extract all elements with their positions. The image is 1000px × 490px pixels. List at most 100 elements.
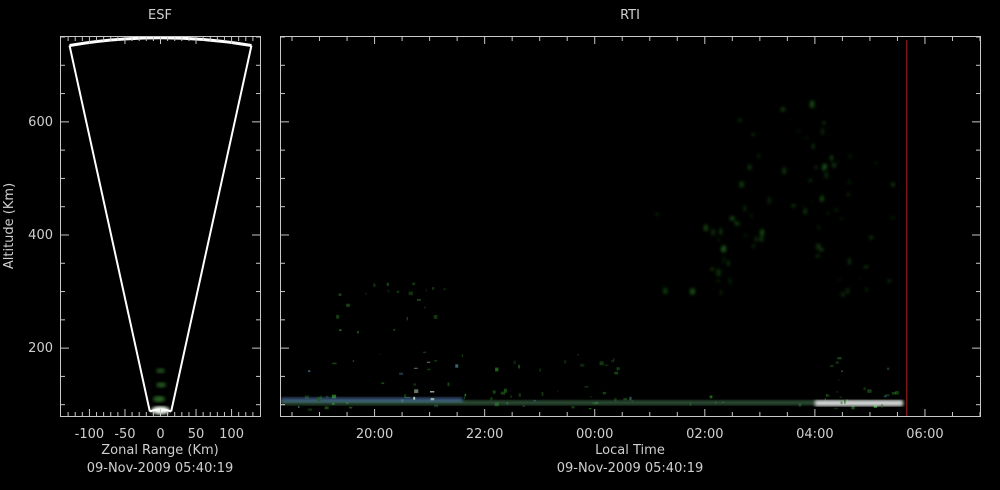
rti-echo-pixel bbox=[743, 205, 746, 212]
rti-echo-pixel bbox=[352, 360, 355, 362]
rti-echo-pixel bbox=[434, 360, 438, 362]
rti-echo-pixel bbox=[495, 367, 499, 372]
rti-echo-pixel bbox=[513, 360, 516, 365]
rti-lower-band-bright bbox=[814, 400, 903, 407]
rti-echo-pixel bbox=[810, 100, 815, 108]
rti-echo-pixel bbox=[576, 354, 579, 356]
esf-beam-right-edge bbox=[170, 45, 253, 412]
rti-echo-pixel bbox=[747, 164, 752, 170]
rti-echo-pixel bbox=[805, 137, 808, 140]
rti-echo-pixel bbox=[414, 367, 418, 369]
rti-lower-band-blue bbox=[281, 397, 463, 403]
rti-echo-pixel bbox=[891, 392, 897, 395]
rti-echo-pixel bbox=[827, 394, 830, 397]
esf-plot-area bbox=[68, 37, 253, 415]
rti-echo-pixel bbox=[730, 216, 735, 221]
esf-x-tick-label: -100 bbox=[75, 427, 105, 442]
esf-x-axis-label: Zonal Range (Km) bbox=[101, 443, 218, 458]
rti-echo-pixel bbox=[399, 372, 404, 375]
rti-echo-pixel bbox=[710, 267, 714, 272]
rti-echo-pixel bbox=[797, 130, 801, 132]
rti-echo-pixel bbox=[616, 367, 620, 371]
rti-echo-pixel bbox=[729, 278, 731, 285]
rti-echo-pixel bbox=[590, 395, 593, 398]
rti-frame bbox=[280, 36, 981, 417]
rti-echo-pixel bbox=[815, 165, 817, 170]
rti-echo-pixel bbox=[427, 368, 431, 371]
rti-echo-pixel bbox=[584, 386, 589, 388]
rti-echo-pixel bbox=[840, 292, 845, 297]
rti-echo-pixel bbox=[406, 317, 408, 321]
esf-y-tick-label: 600 bbox=[28, 115, 53, 130]
rti-echo-pixel bbox=[851, 406, 855, 410]
rti-echo-pixel bbox=[492, 390, 496, 394]
rti-echo-pixel bbox=[822, 120, 825, 125]
rti-echo-pixel bbox=[840, 401, 843, 405]
esf-x-tick-label: 100 bbox=[219, 427, 244, 442]
rti-echo-pixel bbox=[430, 398, 435, 401]
rti-echo-pixel bbox=[424, 306, 426, 309]
rti-title: RTI bbox=[620, 8, 640, 23]
rti-echo-pixel bbox=[602, 391, 606, 395]
rti-echo-pixel bbox=[867, 389, 872, 393]
rti-echo-pixel bbox=[829, 133, 831, 136]
rti-echo-pixel bbox=[848, 180, 850, 185]
rti-echo-pixel bbox=[782, 167, 786, 174]
rti-echo-pixel bbox=[837, 379, 840, 381]
rti-echo-pixel bbox=[780, 107, 786, 112]
rti-echo-pixel bbox=[317, 397, 321, 402]
esf-title: ESF bbox=[148, 8, 172, 23]
esf-beam-left-edge bbox=[68, 45, 151, 412]
rti-echo-pixel bbox=[510, 395, 512, 398]
rti-echo-pixel bbox=[755, 236, 757, 242]
rti-echo-pixel bbox=[324, 406, 329, 410]
rti-echo-pixel bbox=[743, 234, 748, 237]
rti-echo-pixel bbox=[432, 287, 435, 290]
rti-echo-pixel bbox=[830, 155, 833, 161]
esf-y-axis-label: Altitude (Km) bbox=[2, 183, 17, 269]
rti-echo-pixel bbox=[826, 394, 828, 397]
rti-echo-pixel bbox=[820, 247, 823, 252]
rti-x-tick-label: 22:00 bbox=[466, 427, 503, 442]
rti-echo-pixel bbox=[614, 371, 618, 375]
rti-echo-pixel bbox=[381, 382, 385, 385]
rti-echo-pixel bbox=[848, 258, 851, 265]
rti-echo-pixel bbox=[802, 204, 804, 206]
rti-echo-pixel bbox=[887, 279, 891, 283]
rti-panel: RTI 20:00 22:00 00:00 02:00 04:00 06:00 Local… bbox=[280, 8, 981, 476]
rti-echo-pixel bbox=[386, 282, 389, 286]
rti-echo-pixel bbox=[717, 238, 720, 241]
rti-echo-pixel bbox=[791, 204, 796, 207]
rti-echo-pixel bbox=[308, 370, 311, 372]
rti-echo-pixel bbox=[824, 171, 828, 179]
rti-echo-pixel bbox=[571, 406, 575, 409]
rti-echo-pixel bbox=[830, 365, 834, 368]
rti-echo-pixel bbox=[564, 360, 567, 364]
rti-echo-pixel bbox=[812, 143, 814, 149]
rti-echo-pixel bbox=[738, 119, 742, 122]
rti-echo-pixel bbox=[357, 331, 359, 334]
rti-echo-pixel bbox=[613, 358, 615, 362]
rti-echo-pixel bbox=[623, 397, 628, 401]
rti-echo-pixel bbox=[834, 407, 839, 410]
rti-echo-pixel bbox=[815, 255, 820, 257]
rti-echo-pixel bbox=[599, 361, 604, 366]
rti-echo-pixel bbox=[890, 217, 895, 219]
rti-echo-pixel bbox=[307, 408, 313, 411]
rti-echo-pixel bbox=[757, 153, 761, 159]
rti-echo-pixel bbox=[841, 370, 843, 372]
rti-echo-pixel bbox=[827, 211, 830, 215]
rti-echo-pixel bbox=[885, 394, 890, 397]
rti-echo-pixel bbox=[387, 289, 390, 293]
rti-echo-pixel bbox=[834, 209, 838, 212]
rti-echo-pixel bbox=[604, 364, 609, 367]
rti-echo-pixel bbox=[722, 256, 725, 264]
rti-echo-pixel bbox=[365, 292, 367, 295]
rti-echo-pixel bbox=[840, 217, 843, 219]
rti-echo-pixel bbox=[412, 282, 416, 286]
rti-x-axis-label: Local Time bbox=[595, 443, 665, 458]
rti-echo-pixel bbox=[767, 197, 772, 204]
rti-echo-pixel bbox=[836, 391, 838, 393]
rti-x-tick-label: 20:00 bbox=[356, 427, 393, 442]
rti-echo-pixel bbox=[739, 181, 744, 188]
